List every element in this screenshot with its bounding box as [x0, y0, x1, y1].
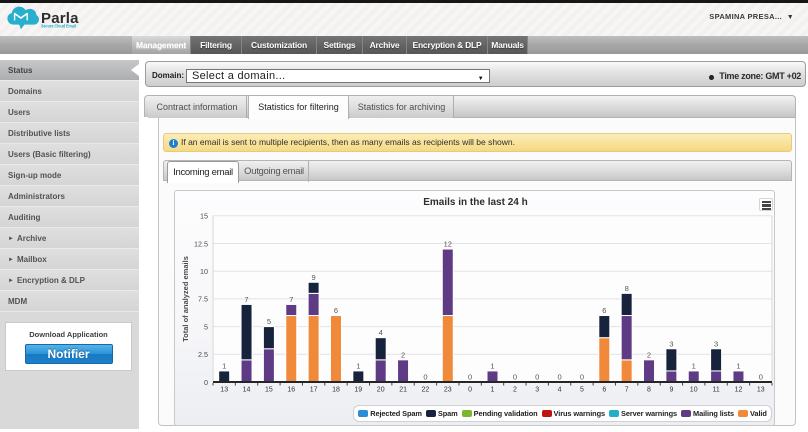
- svg-text:6: 6: [602, 306, 606, 315]
- svg-text:1: 1: [490, 361, 494, 370]
- svg-text:3: 3: [714, 339, 718, 348]
- svg-text:6: 6: [602, 387, 606, 394]
- svg-text:12.5: 12.5: [194, 239, 208, 248]
- svg-text:7: 7: [289, 295, 293, 304]
- svg-text:1: 1: [222, 361, 226, 370]
- svg-text:0: 0: [513, 373, 517, 382]
- svg-text:0: 0: [535, 373, 539, 382]
- svg-text:2: 2: [513, 387, 517, 394]
- svg-text:Total of analyzed emails: Total of analyzed emails: [181, 256, 190, 342]
- svg-text:14: 14: [243, 387, 251, 394]
- svg-text:12: 12: [444, 240, 452, 249]
- svg-text:23: 23: [444, 387, 452, 394]
- svg-text:0: 0: [580, 373, 584, 382]
- svg-text:12: 12: [735, 387, 743, 394]
- svg-text:8: 8: [647, 387, 651, 394]
- svg-text:5: 5: [204, 322, 208, 331]
- svg-text:4: 4: [558, 387, 562, 394]
- svg-text:2: 2: [401, 350, 405, 359]
- svg-text:11: 11: [712, 387, 719, 394]
- svg-text:9: 9: [312, 273, 316, 282]
- svg-text:1: 1: [356, 361, 360, 370]
- svg-text:3: 3: [669, 339, 673, 348]
- svg-text:15: 15: [265, 387, 273, 394]
- svg-text:13: 13: [757, 387, 765, 394]
- svg-text:22: 22: [422, 387, 430, 394]
- svg-text:6: 6: [334, 306, 338, 315]
- svg-text:20: 20: [377, 387, 385, 394]
- svg-text:10: 10: [690, 387, 698, 394]
- svg-text:15: 15: [200, 212, 208, 221]
- svg-text:3: 3: [535, 387, 539, 394]
- svg-text:21: 21: [399, 387, 407, 394]
- svg-text:0: 0: [468, 373, 472, 382]
- svg-text:7: 7: [244, 295, 248, 304]
- svg-text:0: 0: [204, 378, 208, 387]
- svg-text:13: 13: [220, 387, 228, 394]
- svg-text:17: 17: [310, 387, 318, 394]
- svg-text:7.5: 7.5: [198, 295, 208, 304]
- svg-text:8: 8: [625, 284, 629, 293]
- svg-text:16: 16: [287, 387, 295, 394]
- svg-text:1: 1: [736, 361, 740, 370]
- svg-text:1: 1: [491, 387, 495, 394]
- svg-text:18: 18: [332, 387, 340, 394]
- svg-text:19: 19: [354, 387, 362, 394]
- svg-text:1: 1: [692, 361, 696, 370]
- svg-text:0: 0: [423, 373, 427, 382]
- svg-text:10: 10: [200, 267, 208, 276]
- svg-text:5: 5: [580, 387, 584, 394]
- svg-text:0: 0: [468, 387, 472, 394]
- svg-text:5: 5: [267, 317, 271, 326]
- svg-text:4: 4: [379, 328, 383, 337]
- svg-text:7: 7: [625, 387, 629, 394]
- svg-text:0: 0: [759, 373, 763, 382]
- svg-text:9: 9: [669, 387, 673, 394]
- svg-text:2.5: 2.5: [198, 350, 208, 359]
- svg-text:0: 0: [558, 373, 562, 382]
- svg-text:2: 2: [647, 350, 651, 359]
- svg-text:Secure Cloud Email: Secure Cloud Email: [41, 23, 76, 28]
